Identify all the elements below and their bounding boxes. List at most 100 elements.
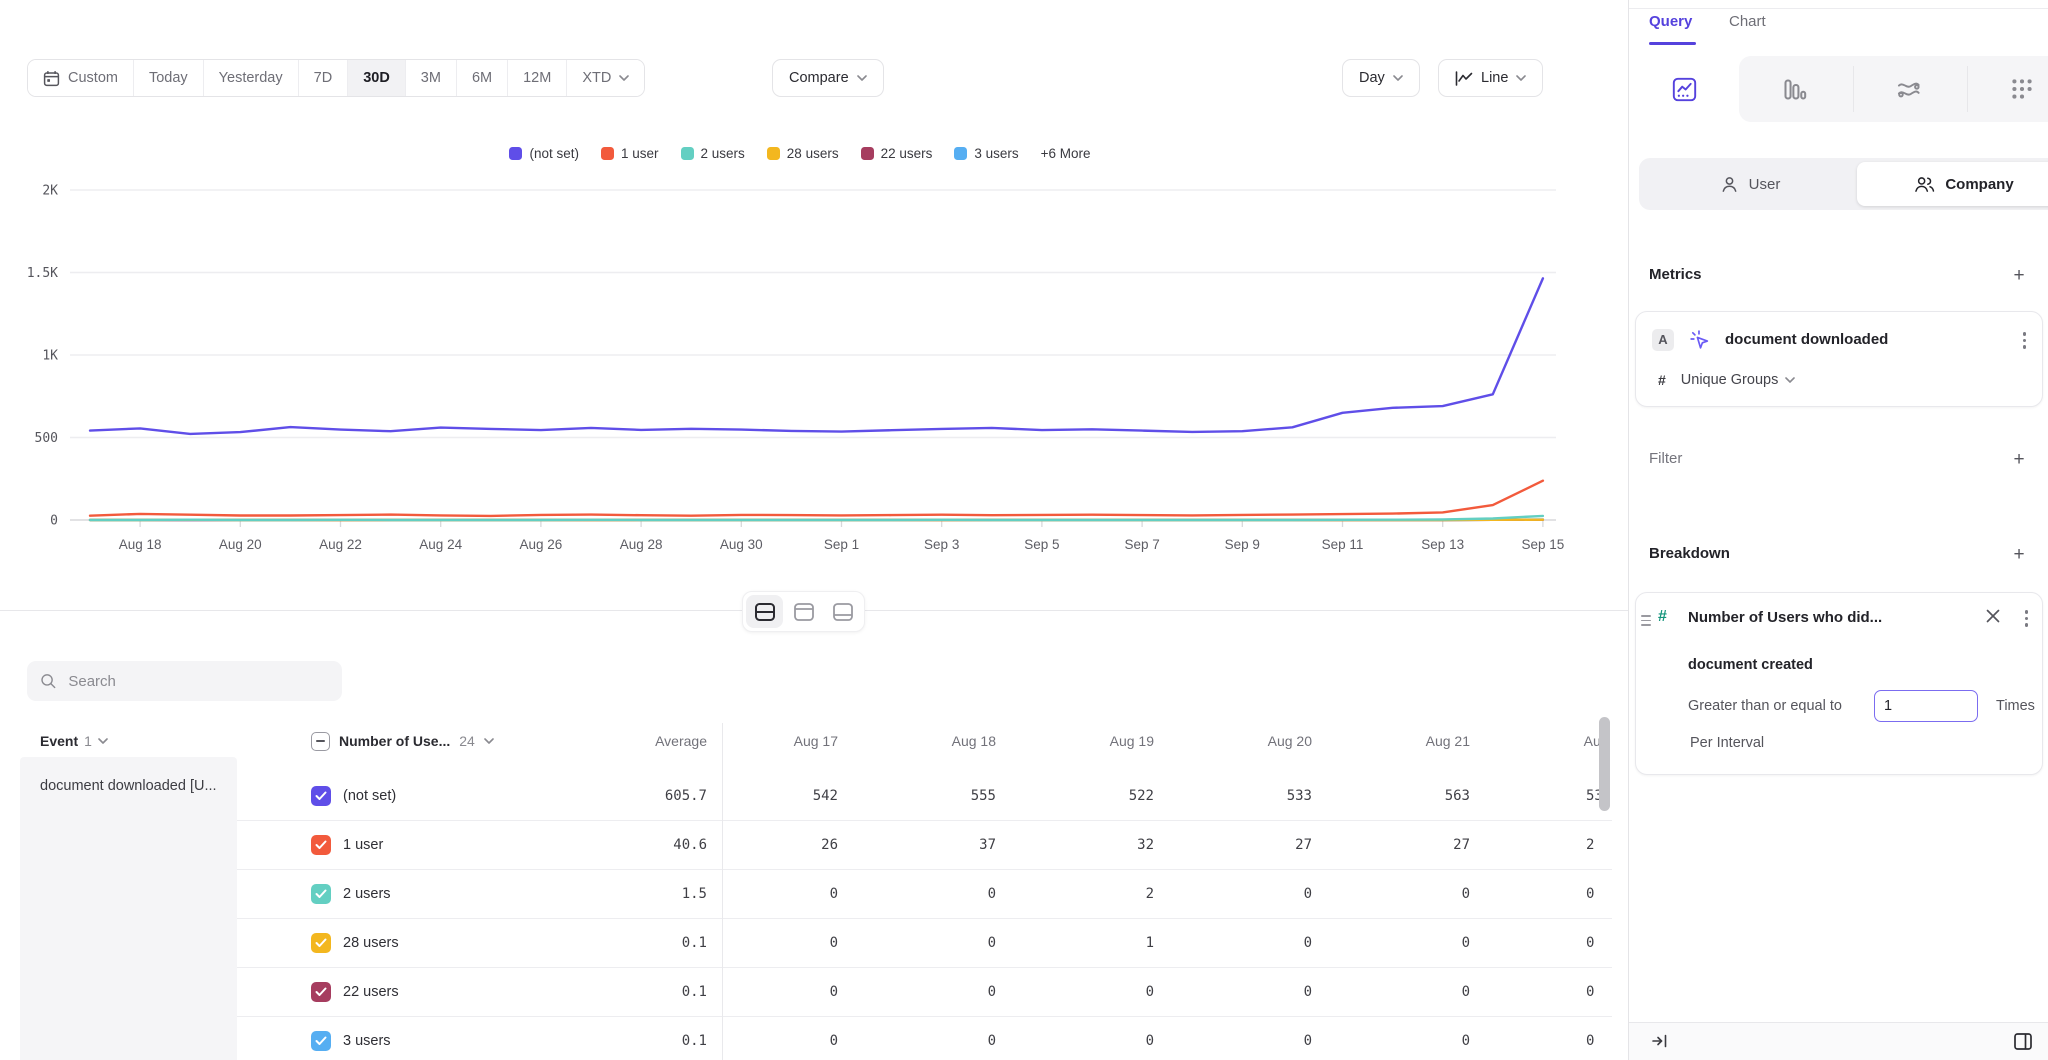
table-cell: 0 (1320, 1033, 1478, 1049)
tab-flow[interactable] (1853, 56, 1963, 122)
table-scrollbar-thumb[interactable] (1599, 717, 1610, 811)
table-row[interactable]: 1 user 40.626373227272 (237, 821, 1612, 870)
table-row[interactable]: 28 users 0.1001000 (237, 919, 1612, 968)
table-row[interactable]: 22 users 0.1000000 (237, 968, 1612, 1017)
chart-type-label: Line (1481, 70, 1508, 86)
legend-swatch (509, 147, 522, 160)
breakdown-condition-label[interactable]: Greater than or equal to (1688, 698, 1842, 714)
legend-swatch (681, 147, 694, 160)
scope-company[interactable]: Company (1857, 162, 2048, 206)
date-column-header: Aug 20 (1162, 733, 1320, 749)
series-checkbox[interactable] (311, 933, 331, 953)
scope-user[interactable]: User (1643, 162, 1857, 206)
legend-item[interactable]: 2 users (681, 146, 745, 161)
range-xtd[interactable]: XTD (566, 60, 644, 96)
table-cell: 53 (1478, 788, 1612, 804)
average-cell: 605.7 (527, 788, 711, 804)
series-checkbox[interactable] (311, 786, 331, 806)
range-30d[interactable]: 30D (347, 60, 405, 96)
series-label: 1 user (343, 837, 383, 853)
range-6m[interactable]: 6M (456, 60, 507, 96)
remove-breakdown-button[interactable] (1986, 609, 2000, 628)
compare-button[interactable]: Compare (772, 59, 884, 97)
legend-more[interactable]: +6 More (1041, 146, 1091, 161)
range-custom[interactable]: Custom (28, 60, 133, 96)
svg-text:2K: 2K (42, 184, 58, 199)
event-column-header[interactable]: Event 1 (20, 733, 237, 749)
range-3m[interactable]: 3M (405, 60, 456, 96)
metric-menu-button[interactable] (2023, 332, 2027, 349)
series-column-header[interactable]: Number of Use... 24 (237, 732, 527, 751)
series-checkbox[interactable] (311, 1031, 331, 1051)
svg-text:Aug 18: Aug 18 (119, 537, 162, 552)
tab-query[interactable]: Query (1649, 13, 1692, 30)
svg-text:Sep 5: Sep 5 (1024, 537, 1059, 552)
layout-chart-only-button[interactable] (785, 595, 822, 628)
layout-split-button[interactable] (746, 595, 783, 628)
company-users-icon (1914, 175, 1935, 194)
chart-type-button[interactable]: Line (1438, 59, 1543, 97)
svg-text:Sep 11: Sep 11 (1322, 537, 1364, 552)
table-cell: 0 (1478, 886, 1612, 902)
event-list-item[interactable]: document downloaded [U... (20, 757, 237, 794)
series-checkbox[interactable] (311, 884, 331, 904)
tab-matrix[interactable] (1967, 56, 2048, 122)
interval-button[interactable]: Day (1342, 59, 1420, 97)
legend-item[interactable]: (not set) (509, 146, 579, 161)
layout-table-only-button[interactable] (824, 595, 861, 628)
calendar-icon (43, 70, 60, 87)
metric-name[interactable]: document downloaded (1725, 331, 1888, 348)
range-12m[interactable]: 12M (507, 60, 566, 96)
series-cell: 1 user (237, 835, 527, 855)
tab-funnel[interactable] (1739, 56, 1849, 122)
table-cell: 0 (1162, 935, 1320, 951)
breakdown-event-name[interactable]: document created (1688, 657, 1813, 673)
panel-layout-button[interactable] (2013, 1032, 2033, 1056)
collapse-sidebar-button[interactable] (1651, 1033, 1669, 1054)
range-yesterday[interactable]: Yesterday (203, 60, 298, 96)
breakdown-title[interactable]: Number of Users who did... (1688, 609, 1882, 626)
metric-badge: A (1652, 329, 1674, 351)
breakdown-value-input[interactable] (1874, 690, 1978, 722)
breakdown-menu-button[interactable] (2025, 610, 2029, 627)
user-icon (1720, 175, 1739, 194)
series-checkbox[interactable] (311, 982, 331, 1002)
range-7d[interactable]: 7D (298, 60, 348, 96)
chevron-down-icon (98, 738, 108, 744)
range-today[interactable]: Today (133, 60, 203, 96)
line-chart[interactable]: 05001K1.5K2KAug 18Aug 20Aug 22Aug 24Aug … (0, 175, 1600, 575)
search-input[interactable] (66, 672, 329, 691)
svg-text:0: 0 (50, 514, 58, 529)
aggregation-selector[interactable]: Unique Groups (1681, 372, 1796, 388)
drag-handle-icon[interactable] (1641, 615, 1651, 626)
legend-item[interactable]: 28 users (767, 146, 839, 161)
table-row[interactable]: (not set) 605.754255552253356353 (237, 772, 1612, 821)
series-cell: 3 users (237, 1031, 527, 1051)
add-filter-button[interactable]: + (2010, 450, 2028, 469)
legend-swatch (954, 147, 967, 160)
metric-card[interactable]: A document downloaded # Unique Groups (1635, 311, 2043, 407)
add-metric-button[interactable]: + (2010, 266, 2028, 285)
series-checkbox[interactable] (311, 835, 331, 855)
add-breakdown-button[interactable]: + (2010, 545, 2028, 564)
table-row[interactable]: 2 users 1.5002000 (237, 870, 1612, 919)
table-cell: 0 (711, 984, 846, 1000)
legend-swatch (767, 147, 780, 160)
search-icon (40, 672, 56, 690)
select-all-checkbox[interactable] (311, 732, 330, 751)
average-cell: 0.1 (527, 984, 711, 1000)
top-panel-icon (793, 602, 815, 622)
legend-item[interactable]: 22 users (861, 146, 933, 161)
legend-item[interactable]: 3 users (954, 146, 1018, 161)
metric-row: A document downloaded (1652, 328, 1888, 351)
event-header-label: Event (40, 733, 78, 749)
check-icon (315, 1036, 327, 1046)
collapse-right-icon (1651, 1033, 1669, 1049)
hash-icon: # (1658, 372, 1666, 388)
legend-item[interactable]: 1 user (601, 146, 659, 161)
tab-chart[interactable]: Chart (1729, 13, 1766, 30)
table-cell: 555 (846, 788, 1004, 804)
breakdown-per-interval-label[interactable]: Per Interval (1690, 735, 1764, 751)
table-row[interactable]: 3 users 0.1000000 (237, 1017, 1612, 1060)
tab-segmentation[interactable] (1629, 56, 1739, 122)
